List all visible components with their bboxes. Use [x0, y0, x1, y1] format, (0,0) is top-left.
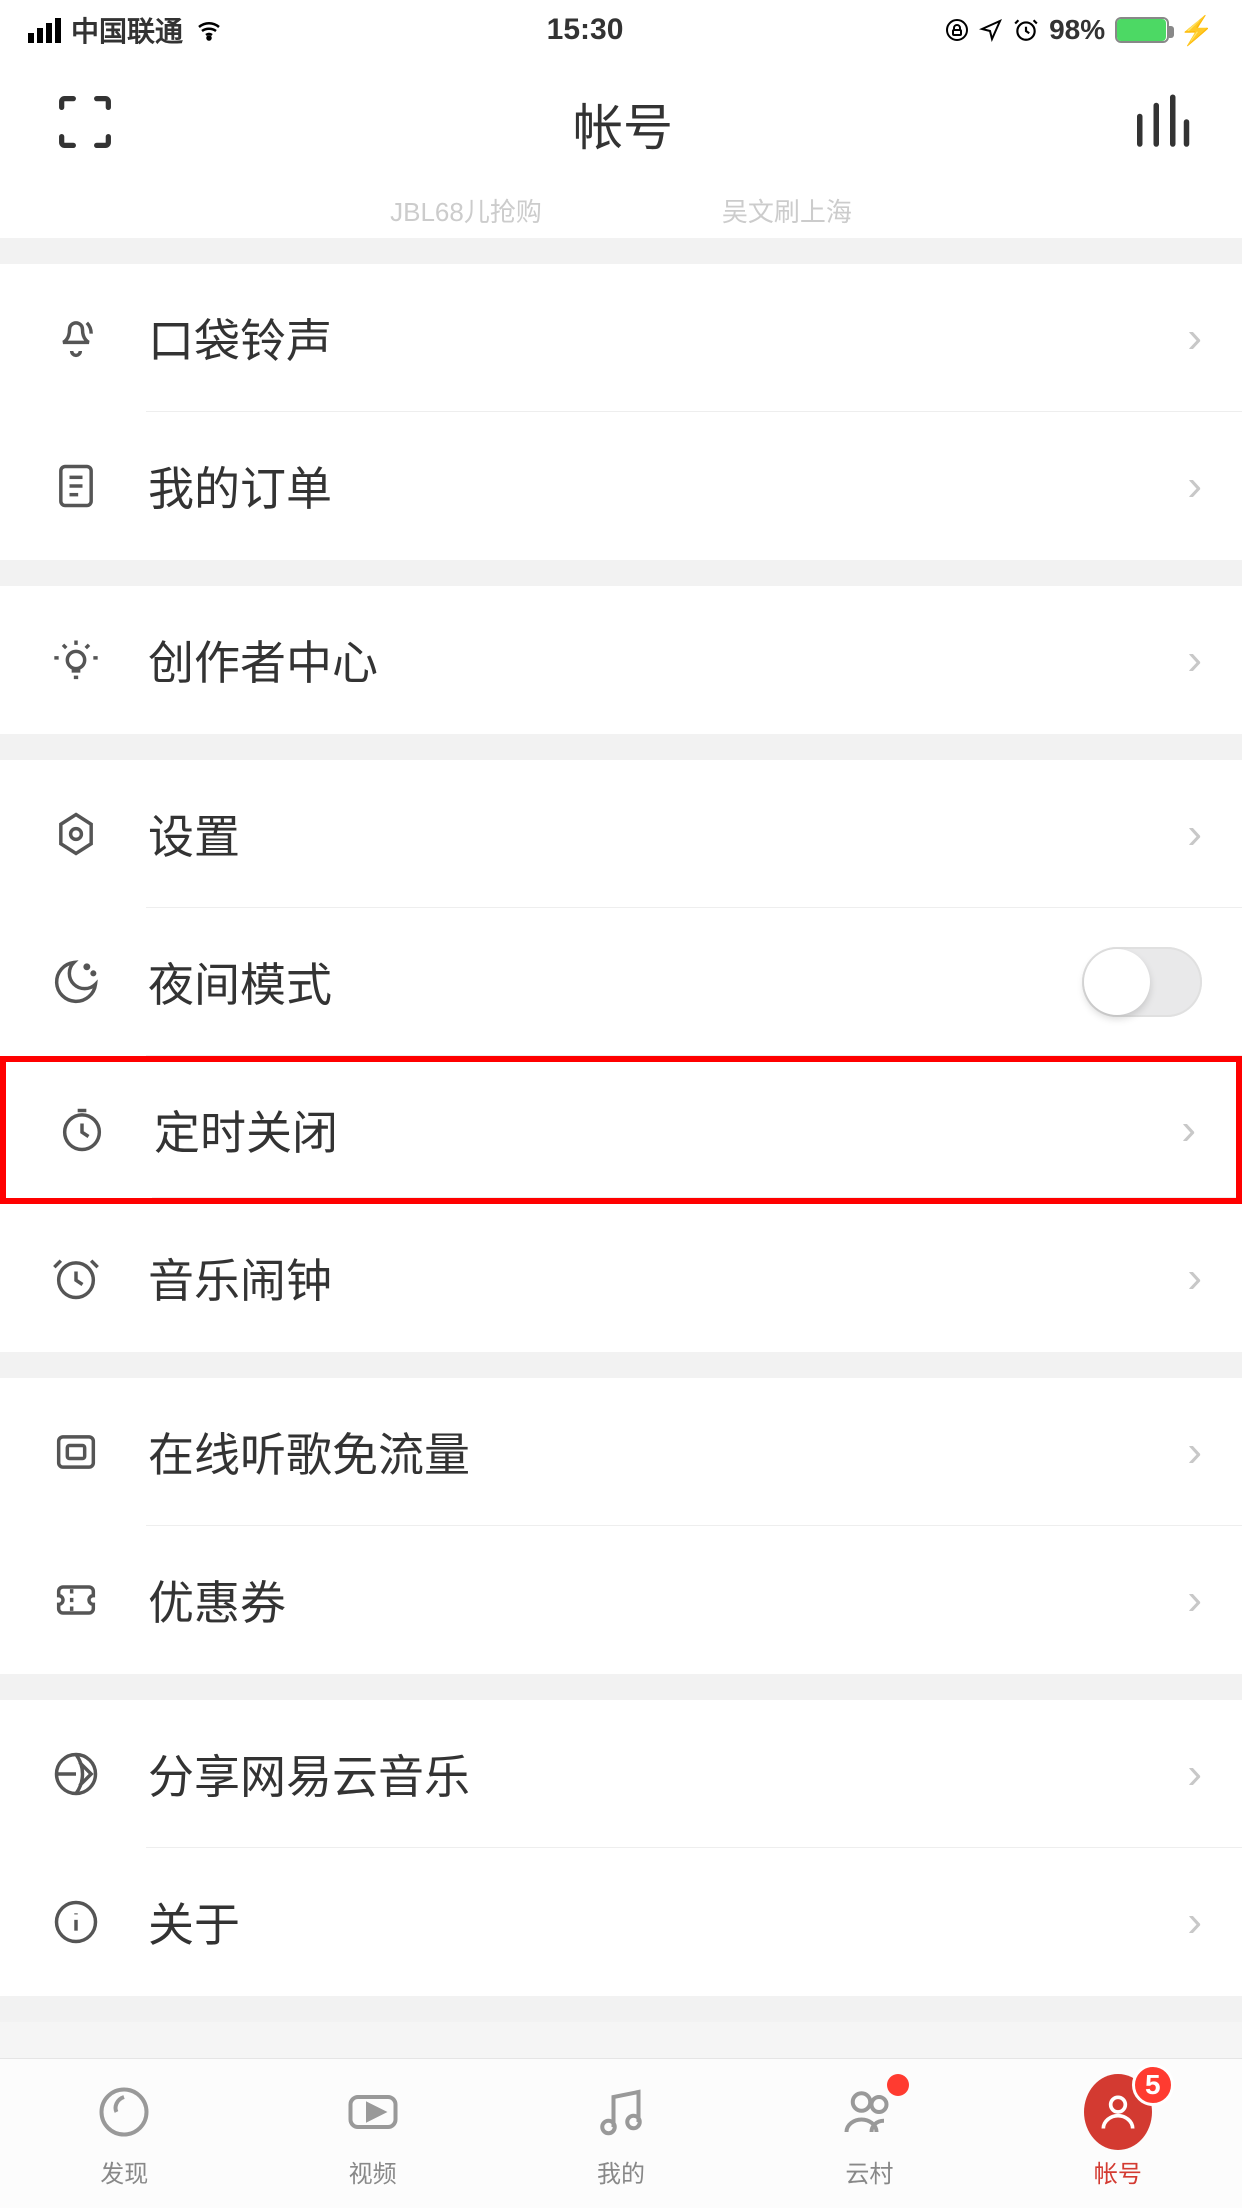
clock-label: 15:30 [547, 13, 624, 47]
battery-icon [1115, 17, 1169, 43]
list-item-label: 音乐闹钟 [148, 1245, 1187, 1311]
chevron-right-icon: › [1187, 1749, 1202, 1799]
list-item-timer[interactable]: 定时关闭 › [0, 1056, 1242, 1204]
document-icon [46, 456, 106, 516]
status-bar: 中国联通 15:30 98% ⚡ [0, 0, 1242, 60]
badge-count: 5 [1132, 2064, 1174, 2106]
list-group-1: 创作者中心 › [0, 586, 1242, 734]
chevron-right-icon: › [1187, 461, 1202, 511]
list-item-label: 在线听歌免流量 [148, 1419, 1187, 1485]
tab-label: 帐号 [1094, 2154, 1142, 2189]
scan-button[interactable] [50, 87, 120, 162]
video-icon [339, 2078, 407, 2146]
list-item-settings[interactable]: 设置 › [0, 760, 1242, 908]
promo-left: JBL68儿抢购 [390, 192, 542, 229]
list-item-data-free[interactable]: 在线听歌免流量 › [0, 1378, 1242, 1526]
list-item-label: 创作者中心 [148, 627, 1187, 693]
tab-bar: 发现 视频 我的 云村 5 帐号 [0, 2058, 1242, 2208]
ticket-icon [46, 1570, 106, 1630]
tab-label: 发现 [100, 2154, 148, 2189]
chevron-right-icon: › [1187, 313, 1202, 363]
charging-icon: ⚡ [1179, 14, 1214, 47]
chevron-right-icon: › [1181, 1105, 1196, 1155]
chevron-right-icon: › [1187, 1897, 1202, 1947]
list-item-about[interactable]: 关于 › [0, 1848, 1242, 1996]
promo-right: 吴文刷上海 [722, 192, 852, 229]
music-icon [587, 2078, 655, 2146]
alarm-icon [46, 1248, 106, 1308]
list-item-label: 设置 [148, 801, 1187, 867]
list-group-3: 在线听歌免流量 › 优惠券 › [0, 1378, 1242, 1674]
battery-percent-label: 98% [1049, 14, 1105, 46]
app-header: 帐号 [0, 60, 1242, 188]
list-item-label: 定时关闭 [154, 1097, 1181, 1163]
bell-icon [46, 308, 106, 368]
list-item-ringtone[interactable]: 口袋铃声 › [0, 264, 1242, 412]
list-group-0: 口袋铃声 › 我的订单 › [0, 264, 1242, 560]
promo-row: JBL68儿抢购 吴文刷上海 [0, 188, 1242, 238]
tab-discover[interactable]: 发现 [0, 2078, 248, 2189]
wifi-icon [193, 18, 225, 42]
list-item-share[interactable]: 分享网易云音乐 › [0, 1700, 1242, 1848]
moon-icon [46, 952, 106, 1012]
share-icon [46, 1744, 106, 1804]
tab-mine[interactable]: 我的 [497, 2078, 745, 2189]
list-item-label: 分享网易云音乐 [148, 1741, 1187, 1807]
night-mode-toggle[interactable] [1082, 947, 1202, 1017]
list-item-alarm[interactable]: 音乐闹钟 › [0, 1204, 1242, 1352]
list-item-night-mode[interactable]: 夜间模式 [0, 908, 1242, 1056]
chevron-right-icon: › [1187, 1253, 1202, 1303]
list-item-coupon[interactable]: 优惠券 › [0, 1526, 1242, 1674]
signal-icon [28, 18, 61, 43]
chevron-right-icon: › [1187, 809, 1202, 859]
community-icon [835, 2078, 903, 2146]
carrier-label: 中国联通 [71, 10, 183, 50]
tab-video[interactable]: 视频 [248, 2078, 496, 2189]
equalizer-icon [1126, 89, 1192, 155]
chevron-right-icon: › [1187, 1575, 1202, 1625]
account-icon: 5 [1084, 2078, 1152, 2146]
tab-label: 视频 [349, 2154, 397, 2189]
tab-village[interactable]: 云村 [745, 2078, 993, 2189]
list-item-label: 我的订单 [148, 453, 1187, 519]
now-playing-button[interactable] [1126, 89, 1192, 160]
list-item-creator[interactable]: 创作者中心 › [0, 586, 1242, 734]
lightbulb-icon [46, 630, 106, 690]
badge-dot [887, 2074, 909, 2096]
list-item-orders[interactable]: 我的订单 › [0, 412, 1242, 560]
list-group-2: 设置 › 夜间模式 定时关闭 › 音乐闹钟 › [0, 760, 1242, 1352]
chevron-right-icon: › [1187, 1427, 1202, 1477]
lock-rotation-icon [945, 18, 969, 42]
page-title: 帐号 [573, 88, 673, 160]
list-item-label: 关于 [148, 1889, 1187, 1955]
tab-label: 云村 [845, 2154, 893, 2189]
location-icon [979, 18, 1003, 42]
timer-icon [52, 1100, 112, 1160]
alarm-indicator-icon [1013, 17, 1039, 43]
info-icon [46, 1892, 106, 1952]
list-item-label: 口袋铃声 [148, 305, 1187, 371]
tab-account[interactable]: 5 帐号 [994, 2078, 1242, 2189]
discover-icon [90, 2078, 158, 2146]
chevron-right-icon: › [1187, 635, 1202, 685]
tab-label: 我的 [597, 2154, 645, 2189]
sim-icon [46, 1422, 106, 1482]
scan-icon [50, 87, 120, 157]
list-item-label: 夜间模式 [148, 949, 1082, 1015]
list-group-4: 分享网易云音乐 › 关于 › [0, 1700, 1242, 1996]
gear-icon [46, 804, 106, 864]
list-item-label: 优惠券 [148, 1567, 1187, 1633]
